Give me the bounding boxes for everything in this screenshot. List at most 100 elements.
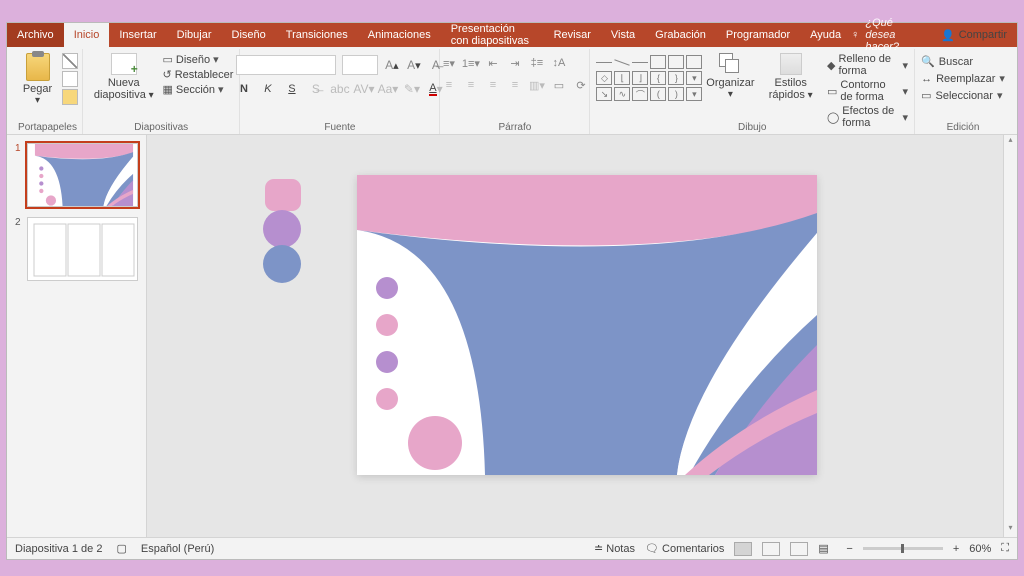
fit-to-window-button[interactable]: ⛶ <box>1001 542 1009 555</box>
tab-recording[interactable]: Grabación <box>645 23 716 47</box>
share-button[interactable]: 👤 Compartir <box>941 29 1007 42</box>
zoom-level[interactable]: 60% <box>969 543 991 555</box>
lightbulb-icon: ♀ <box>851 29 859 41</box>
thumb-2-number: 2 <box>15 217 23 281</box>
slide-artwork <box>357 175 817 475</box>
comments-button[interactable]: 🗨 Comentarios <box>645 542 724 555</box>
tab-transitions[interactable]: Transiciones <box>276 23 358 47</box>
floating-shape-3[interactable] <box>263 245 301 283</box>
view-slideshow-button[interactable]: ▤ <box>818 542 836 556</box>
group-paragraph: ≡▾ 1≡▾ ⇤ ⇥ ‡≡ ↕A ≡ ≡ ≡ ≡ ▥▾ ▭ ⟳ Párrafo <box>440 49 590 134</box>
new-slide-button[interactable]: Nueva diapositiva ▾ <box>89 51 159 103</box>
format-painter-button[interactable] <box>62 89 78 105</box>
reset-button[interactable]: ↺ Restablecer <box>163 68 234 81</box>
line-spacing-icon[interactable]: ‡≡ <box>528 55 546 71</box>
notes-button[interactable]: ≐ Notas <box>594 542 635 555</box>
smartart-icon[interactable]: ⟳ <box>572 77 590 93</box>
tab-help[interactable]: Ayuda <box>800 23 851 47</box>
strike-icon[interactable]: S̶ <box>308 81 324 97</box>
indent-inc-icon[interactable]: ⇥ <box>506 55 524 71</box>
section-button[interactable]: ▦ Sección ▾ <box>163 83 234 96</box>
clipboard-icon <box>26 53 50 81</box>
text-direction-icon[interactable]: ↕A <box>550 55 568 71</box>
justify-icon[interactable]: ≡ <box>506 77 524 93</box>
layout-button[interactable]: ▭ Diseño ▾ <box>163 53 234 66</box>
columns-icon[interactable]: ▥▾ <box>528 77 546 93</box>
zoom-in-button[interactable]: + <box>953 543 959 555</box>
arrange-button[interactable]: Organizar ▾ <box>706 51 754 102</box>
bullets-icon[interactable]: ≡▾ <box>440 55 458 71</box>
tab-home[interactable]: Inicio <box>64 23 110 47</box>
current-slide[interactable] <box>357 175 817 475</box>
quick-styles-label: Estilos rápidos ▾ <box>762 77 819 101</box>
tab-view[interactable]: Vista <box>601 23 645 47</box>
tab-animations[interactable]: Animaciones <box>358 23 441 47</box>
tab-review[interactable]: Revisar <box>544 23 601 47</box>
font-family-combo[interactable] <box>236 55 336 75</box>
numbering-icon[interactable]: 1≡▾ <box>462 55 480 71</box>
copy-button[interactable] <box>62 71 78 87</box>
app-window: Archivo Inicio Insertar Dibujar Diseño T… <box>6 22 1018 560</box>
group-slides-label: Diapositivas <box>83 122 239 133</box>
ribbon: Pegar ▾ Portapapeles Nueva diapositiva ▾… <box>7 47 1017 135</box>
zoom-out-button[interactable]: − <box>846 543 852 555</box>
thumb-1[interactable] <box>27 143 138 207</box>
scroll-down-icon[interactable]: ▾ <box>1004 523 1017 537</box>
shadow-icon[interactable]: abc <box>332 81 348 97</box>
case-icon[interactable]: Aa▾ <box>380 81 396 97</box>
ribbon-tabs: Archivo Inicio Insertar Dibujar Diseño T… <box>7 23 1017 47</box>
group-slides: Nueva diapositiva ▾ ▭ Diseño ▾ ↺ Restabl… <box>83 49 240 134</box>
group-font: A▴ A▾ A̶ N K S S̶ abc AV▾ Aa▾ ✎▾ A▾ Fuen… <box>240 49 440 134</box>
view-reading-button[interactable] <box>790 542 808 556</box>
quick-styles-button[interactable]: Estilos rápidos ▾ <box>758 51 823 103</box>
align-left-icon[interactable]: ≡ <box>440 77 458 93</box>
thumb-1-number: 1 <box>15 143 23 207</box>
vertical-scrollbar[interactable]: ▴ ▾ <box>1003 135 1017 537</box>
scroll-up-icon[interactable]: ▴ <box>1004 135 1017 149</box>
share-icon: 👤 <box>941 29 955 42</box>
zoom-slider[interactable] <box>863 547 943 550</box>
select-button[interactable]: ▭ Seleccionar ▾ <box>921 89 1005 102</box>
tell-me-search[interactable]: ¿Qué desea hacer? <box>865 17 914 53</box>
bold-icon[interactable]: N <box>236 81 252 97</box>
slide-thumbnails: 1 <box>7 135 147 537</box>
floating-shape-1[interactable] <box>265 179 301 211</box>
highlight-icon[interactable]: ✎▾ <box>404 81 420 97</box>
spacing-icon[interactable]: AV▾ <box>356 81 372 97</box>
status-language[interactable]: Español (Perú) <box>141 543 214 555</box>
paste-label: Pegar ▾ <box>22 83 54 106</box>
new-slide-icon <box>111 53 137 75</box>
cut-button[interactable] <box>62 53 78 69</box>
status-bar: Diapositiva 1 de 2 ▢ Español (Perú) ≐ No… <box>7 537 1017 559</box>
tab-design[interactable]: Diseño <box>222 23 276 47</box>
tab-developer[interactable]: Programador <box>716 23 800 47</box>
view-sorter-button[interactable] <box>762 542 780 556</box>
tab-insert[interactable]: Insertar <box>109 23 166 47</box>
font-size-combo[interactable] <box>342 55 378 75</box>
shape-fill-button[interactable]: ◆ Relleno de forma ▾ <box>827 53 908 77</box>
view-normal-button[interactable] <box>734 542 752 556</box>
thumb-2-preview <box>28 218 138 281</box>
thumb-2[interactable] <box>27 217 138 281</box>
increase-font-icon[interactable]: A▴ <box>384 57 400 73</box>
shapes-gallery[interactable]: ◇⌊⌋{}▾ ↘∿⌒()▾ <box>596 51 702 101</box>
tab-file[interactable]: Archivo <box>7 23 64 47</box>
shape-outline-button[interactable]: ▭ Contorno de forma ▾ <box>827 79 908 103</box>
find-button[interactable]: 🔍 Buscar <box>921 55 1005 68</box>
tab-draw[interactable]: Dibujar <box>167 23 222 47</box>
tab-slideshow[interactable]: Presentación con diapositivas <box>441 23 544 47</box>
italic-icon[interactable]: K <box>260 81 276 97</box>
underline-icon[interactable]: S <box>284 81 300 97</box>
indent-dec-icon[interactable]: ⇤ <box>484 55 502 71</box>
slide-canvas[interactable] <box>147 135 1003 537</box>
replace-button[interactable]: ↔ Reemplazar ▾ <box>921 72 1005 85</box>
status-accessibility-icon[interactable]: ▢ <box>116 542 126 555</box>
decrease-font-icon[interactable]: A▾ <box>406 57 422 73</box>
align-text-icon[interactable]: ▭ <box>550 77 568 93</box>
align-center-icon[interactable]: ≡ <box>462 77 480 93</box>
paste-button[interactable]: Pegar ▾ <box>18 51 58 108</box>
arrange-label: Organizar ▾ <box>706 77 754 100</box>
group-editing-label: Edición <box>915 122 1011 133</box>
align-right-icon[interactable]: ≡ <box>484 77 502 93</box>
floating-shape-2[interactable] <box>263 210 301 248</box>
